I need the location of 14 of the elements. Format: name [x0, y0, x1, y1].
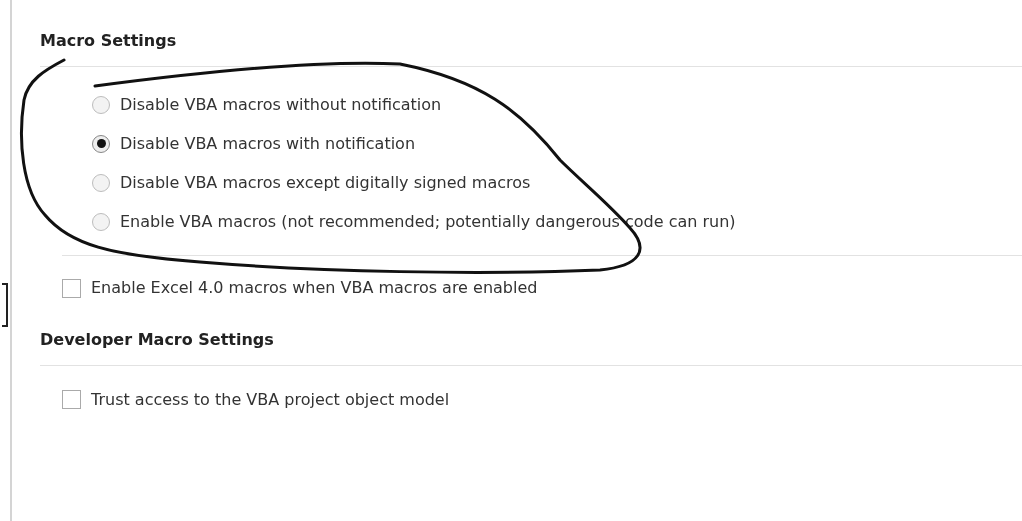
checkbox-option[interactable]: Trust access to the VBA project object model — [62, 380, 450, 419]
radio-option[interactable]: Disable VBA macros except digitally signed macros — [92, 163, 531, 202]
window-edge — [2, 283, 8, 327]
checkbox[interactable] — [62, 390, 81, 409]
radio-option[interactable]: Disable VBA macros without notification — [92, 85, 442, 124]
radio-button[interactable] — [92, 212, 110, 231]
section-heading: Developer Macro Settings — [40, 329, 274, 351]
radio-option[interactable]: Disable VBA macros with notification — [92, 124, 416, 163]
checkbox[interactable] — [62, 278, 81, 298]
radio-button[interactable] — [92, 134, 110, 153]
radio-button[interactable] — [92, 173, 110, 192]
radio-button[interactable] — [92, 95, 110, 114]
section-heading: Macro Settings — [40, 30, 177, 52]
checkbox-option[interactable]: Enable Excel 4.0 macros when VBA macros are enabled — [62, 273, 538, 303]
